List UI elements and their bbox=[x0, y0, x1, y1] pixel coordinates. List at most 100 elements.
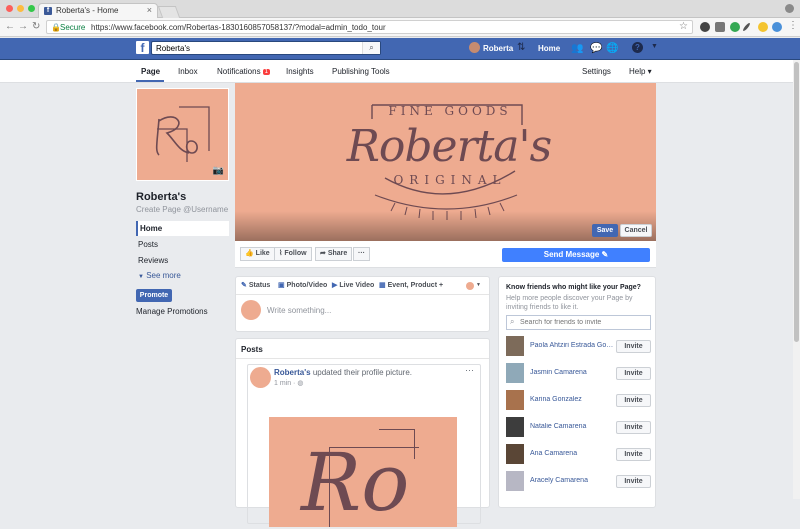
page-action-bar: 👍 Like ⌇ Follow ➦ Share ··· Send Message… bbox=[235, 241, 656, 268]
account-menu-icon[interactable]: ▼ bbox=[651, 43, 658, 50]
url-text[interactable]: https://www.facebook.com/Robertas-183016… bbox=[91, 23, 386, 32]
invite-search[interactable]: ⌕ bbox=[506, 315, 651, 330]
manage-promotions-link[interactable]: Manage Promotions bbox=[136, 307, 208, 316]
facebook-logo-icon[interactable]: f bbox=[136, 41, 149, 55]
friend-name[interactable]: Jasmin Camarena bbox=[530, 369, 614, 376]
settings-link[interactable]: Settings bbox=[582, 67, 611, 76]
invite-button[interactable]: Invite bbox=[616, 448, 651, 461]
invite-button[interactable]: Invite bbox=[616, 367, 651, 380]
tab-notifications[interactable]: Notifications 1 bbox=[217, 67, 270, 76]
write-something-input[interactable]: Write something... bbox=[267, 306, 331, 315]
invite-search-input[interactable] bbox=[507, 316, 632, 329]
friend-avatar[interactable] bbox=[506, 444, 524, 464]
friend-avatar[interactable] bbox=[506, 471, 524, 491]
see-more-link[interactable]: ▼ See more bbox=[136, 268, 229, 283]
help-menu[interactable]: Help ▾ bbox=[629, 67, 652, 76]
profile-picture[interactable]: 📷 bbox=[136, 88, 229, 181]
share-button[interactable]: ➦ Share bbox=[315, 247, 353, 261]
profile-avatar[interactable] bbox=[469, 42, 480, 53]
friend-name[interactable]: Karina Gonzalez bbox=[530, 396, 614, 403]
more-actions-button[interactable]: ··· bbox=[353, 247, 370, 261]
emoji-extension-icon[interactable] bbox=[758, 22, 768, 32]
sidebar-item-posts[interactable]: Posts bbox=[136, 237, 229, 252]
friend-avatar[interactable] bbox=[506, 390, 524, 410]
save-cover-button[interactable]: Save bbox=[592, 224, 618, 237]
friend-name[interactable]: Paola Ahtziri Estrada Gon... bbox=[530, 342, 614, 349]
extension-blue-icon[interactable] bbox=[772, 22, 782, 32]
see-more-label: See more bbox=[146, 271, 181, 280]
invite-button[interactable]: Invite bbox=[616, 475, 651, 488]
post-options-icon[interactable]: ··· bbox=[465, 365, 474, 375]
reload-icon[interactable]: ↻ bbox=[32, 21, 40, 32]
cancel-cover-button[interactable]: Cancel bbox=[620, 224, 652, 237]
post-action-text: updated their profile picture. bbox=[312, 368, 412, 377]
browser-profile-icon[interactable] bbox=[785, 4, 794, 13]
facebook-favicon-icon: f bbox=[44, 7, 52, 15]
address-bar[interactable]: 🔒 Secure https://www.facebook.com/Robert… bbox=[46, 20, 693, 34]
post-author-avatar[interactable] bbox=[250, 367, 271, 388]
friend-avatar[interactable] bbox=[506, 363, 524, 383]
invite-button[interactable]: Invite bbox=[616, 394, 651, 407]
messenger-icon[interactable]: 💬 bbox=[590, 43, 602, 54]
search-icon: ⌕ bbox=[510, 317, 515, 326]
tab-page[interactable]: Page bbox=[141, 67, 160, 76]
profile-name-link[interactable]: Roberta bbox=[483, 44, 513, 53]
search-icon[interactable]: ⌕ bbox=[362, 42, 380, 54]
tab-publishing-tools[interactable]: Publishing Tools bbox=[332, 67, 390, 76]
help-icon[interactable]: ? bbox=[632, 42, 643, 53]
post-card: Roberta's updated their profile picture.… bbox=[247, 364, 481, 527]
post-timestamp[interactable]: 1 min · ◍ bbox=[274, 379, 303, 387]
scrollbar-thumb[interactable] bbox=[794, 62, 799, 342]
friend-name[interactable]: Ana Camarena bbox=[530, 450, 614, 457]
post-as-dropdown-icon[interactable]: ▼ bbox=[476, 282, 481, 288]
notifications-globe-icon[interactable]: 🌐 bbox=[606, 43, 618, 54]
send-message-button[interactable]: Send Message ✎ bbox=[502, 248, 650, 262]
invite-button[interactable]: Invite bbox=[616, 340, 651, 353]
facebook-search-input[interactable] bbox=[152, 42, 357, 54]
post-as-avatar[interactable] bbox=[466, 282, 474, 290]
photo-video-label: Photo/Video bbox=[286, 282, 328, 289]
camera-icon[interactable]: 📷 bbox=[213, 165, 224, 176]
home-link[interactable]: Home bbox=[538, 44, 560, 53]
friend-requests-icon[interactable]: 👥 bbox=[571, 43, 583, 54]
cover-photo[interactable]: FINE GOODS Roberta's ORIGINAL bbox=[235, 83, 656, 241]
bookmark-star-icon[interactable]: ☆ bbox=[679, 21, 688, 32]
extension-green-icon[interactable] bbox=[730, 22, 740, 32]
promote-button[interactable]: Promote bbox=[136, 289, 172, 302]
window-zoom-button[interactable] bbox=[28, 5, 35, 12]
event-product-tab[interactable]: ▦ Event, Product + bbox=[379, 281, 443, 289]
live-video-tab[interactable]: ▶ Live Video bbox=[332, 281, 374, 289]
tab-inbox[interactable]: Inbox bbox=[178, 67, 198, 76]
invite-button[interactable]: Invite bbox=[616, 421, 651, 434]
facebook-search[interactable]: ⌕ bbox=[151, 41, 381, 55]
tab-close-icon[interactable]: × bbox=[147, 5, 152, 15]
extension-shield-icon[interactable] bbox=[715, 22, 725, 32]
status-label: Status bbox=[248, 282, 271, 289]
photo-video-tab[interactable]: ▣ Photo/Video bbox=[278, 281, 327, 289]
page-nav-bar: Page Inbox Notifications 1 Insights Publi… bbox=[0, 60, 800, 83]
tab-insights[interactable]: Insights bbox=[286, 67, 314, 76]
back-arrow-icon[interactable]: ← bbox=[5, 21, 15, 32]
browser-tab-title: Roberta's - Home bbox=[56, 6, 119, 15]
status-tab[interactable]: ✎ Status bbox=[241, 281, 270, 289]
post-author-link[interactable]: Roberta's bbox=[274, 368, 311, 377]
like-button[interactable]: 👍 Like bbox=[240, 247, 275, 261]
eyedropper-icon[interactable] bbox=[742, 22, 751, 32]
browser-menu-icon[interactable]: ⋮ bbox=[788, 20, 798, 31]
friend-avatar[interactable] bbox=[506, 336, 524, 356]
create-username-link[interactable]: Create Page @Username bbox=[136, 205, 228, 214]
window-close-button[interactable] bbox=[6, 5, 13, 12]
pages-switch-icon[interactable]: ⇅ bbox=[517, 42, 525, 53]
window-minimize-button[interactable] bbox=[17, 5, 24, 12]
browser-tab[interactable]: f Roberta's - Home × bbox=[38, 3, 158, 18]
sidebar-item-home[interactable]: Home bbox=[136, 221, 229, 236]
friend-name[interactable]: Aracely Camarena bbox=[530, 477, 614, 484]
sidebar-item-reviews[interactable]: Reviews bbox=[136, 253, 229, 268]
extension-icon[interactable] bbox=[700, 22, 710, 32]
new-tab-button[interactable] bbox=[157, 6, 181, 18]
friend-avatar[interactable] bbox=[506, 417, 524, 437]
follow-button[interactable]: ⌇ Follow bbox=[274, 247, 312, 261]
post-image[interactable]: Ro bbox=[269, 417, 457, 527]
friend-name[interactable]: Natalie Camarena bbox=[530, 423, 614, 430]
forward-arrow-icon[interactable]: → bbox=[18, 21, 28, 32]
